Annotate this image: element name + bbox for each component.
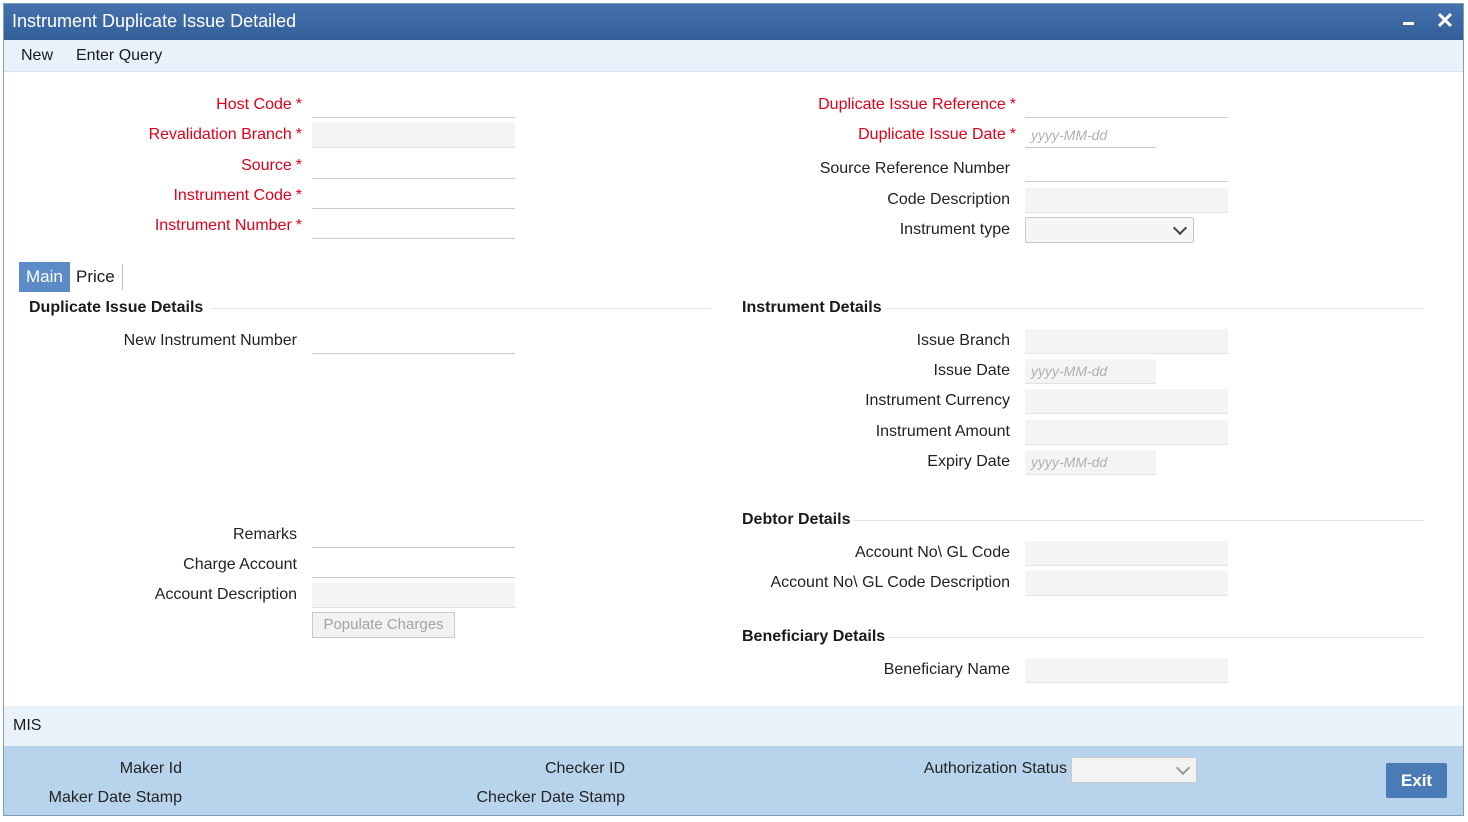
instrument-amount-field[interactable] — [1025, 420, 1228, 445]
duplicate-issue-date-field[interactable]: yyyy-MM-dd — [1025, 123, 1156, 148]
tab-main[interactable]: Main — [19, 262, 70, 292]
beneficiary-name-label: Beneficiary Name — [883, 661, 1010, 678]
instrument-code-field[interactable] — [312, 184, 515, 209]
tab-price[interactable]: Price — [69, 262, 122, 292]
exit-button[interactable]: Exit — [1386, 763, 1447, 798]
expiry-date-field[interactable]: yyyy-MM-dd — [1025, 450, 1156, 475]
new-menu-item[interactable]: New — [21, 47, 53, 65]
debtor-details-heading: Debtor Details — [742, 511, 851, 528]
account-gl-code-label: Account No\ GL Code — [854, 544, 1010, 561]
source-reference-number-label: Source Reference Number — [819, 160, 1010, 177]
issue-date-label: Issue Date — [933, 362, 1010, 379]
close-icon[interactable]: ✕ — [1434, 8, 1456, 34]
charge-account-label: Charge Account — [183, 556, 297, 573]
charge-account-field[interactable] — [312, 553, 515, 578]
account-description-label: Account Description — [154, 586, 297, 603]
tab-divider — [122, 264, 123, 290]
instrument-amount-label: Instrument Amount — [875, 423, 1010, 440]
section-divider — [854, 520, 1424, 521]
menu-bar: New Enter Query — [4, 40, 1463, 72]
expiry-date-label: Expiry Date — [927, 453, 1010, 470]
maker-date-stamp-label: Maker Date Stamp — [48, 789, 182, 806]
instrument-details-heading: Instrument Details — [742, 299, 882, 316]
host-code-field[interactable] — [312, 93, 515, 118]
instrument-type-label: Instrument type — [899, 221, 1010, 238]
issue-branch-field[interactable] — [1025, 329, 1228, 354]
authorization-status-select[interactable] — [1071, 757, 1197, 783]
audit-footer: Maker Id Maker Date Stamp Checker ID Che… — [4, 746, 1463, 815]
title-bar: Instrument Duplicate Issue Detailed ✕ — [4, 4, 1463, 40]
duplicate-issue-reference-field[interactable] — [1025, 93, 1228, 118]
section-divider — [888, 637, 1424, 638]
account-description-field[interactable] — [312, 583, 515, 608]
source-label: Source * — [241, 157, 302, 174]
mis-bar: MIS — [4, 706, 1463, 746]
checker-id-label: Checker ID — [544, 760, 625, 777]
minimize-icon[interactable] — [1398, 12, 1418, 32]
beneficiary-details-heading: Beneficiary Details — [742, 628, 886, 645]
instrument-number-label: Instrument Number * — [154, 217, 302, 234]
code-description-field[interactable] — [1025, 188, 1228, 213]
duplicate-issue-date-label: Duplicate Issue Date * — [858, 126, 1016, 143]
remarks-field[interactable] — [312, 523, 515, 548]
instrument-type-select[interactable] — [1025, 217, 1194, 243]
duplicate-issue-details-heading: Duplicate Issue Details — [29, 299, 204, 316]
remarks-label: Remarks — [232, 526, 297, 543]
authorization-status-label: Authorization Status — [923, 760, 1067, 777]
form-window: Instrument Duplicate Issue Detailed ✕ Ne… — [3, 3, 1464, 816]
host-code-label: Host Code * — [216, 96, 302, 113]
instrument-code-label: Instrument Code * — [173, 187, 302, 204]
source-reference-number-field[interactable] — [1025, 157, 1228, 182]
source-field[interactable] — [312, 154, 515, 179]
instrument-number-field[interactable] — [312, 214, 515, 239]
new-instrument-number-field[interactable] — [312, 329, 515, 354]
section-divider — [886, 308, 1424, 309]
instrument-currency-label: Instrument Currency — [865, 392, 1010, 409]
populate-charges-button[interactable]: Populate Charges — [312, 612, 455, 638]
chevron-down-icon — [1175, 760, 1191, 776]
account-gl-code-description-field[interactable] — [1025, 571, 1228, 596]
enter-query-menu-item[interactable]: Enter Query — [76, 47, 162, 65]
account-gl-code-field[interactable] — [1025, 541, 1228, 566]
beneficiary-name-field[interactable] — [1025, 658, 1228, 683]
chevron-down-icon — [1172, 220, 1188, 236]
checker-date-stamp-label: Checker Date Stamp — [476, 789, 625, 806]
issue-date-field[interactable]: yyyy-MM-dd — [1025, 359, 1156, 384]
window-title: Instrument Duplicate Issue Detailed — [12, 11, 297, 31]
duplicate-issue-reference-label: Duplicate Issue Reference * — [818, 96, 1016, 113]
code-description-label: Code Description — [887, 191, 1010, 208]
revalidation-branch-field[interactable] — [312, 123, 515, 148]
mis-button[interactable]: MIS — [13, 717, 41, 735]
new-instrument-number-label: New Instrument Number — [123, 332, 297, 349]
account-gl-code-description-label: Account No\ GL Code Description — [770, 574, 1010, 591]
maker-id-label: Maker Id — [119, 760, 182, 777]
issue-branch-label: Issue Branch — [916, 332, 1010, 349]
section-divider — [211, 308, 711, 309]
instrument-currency-field[interactable] — [1025, 389, 1228, 414]
revalidation-branch-label: Revalidation Branch * — [148, 126, 302, 143]
